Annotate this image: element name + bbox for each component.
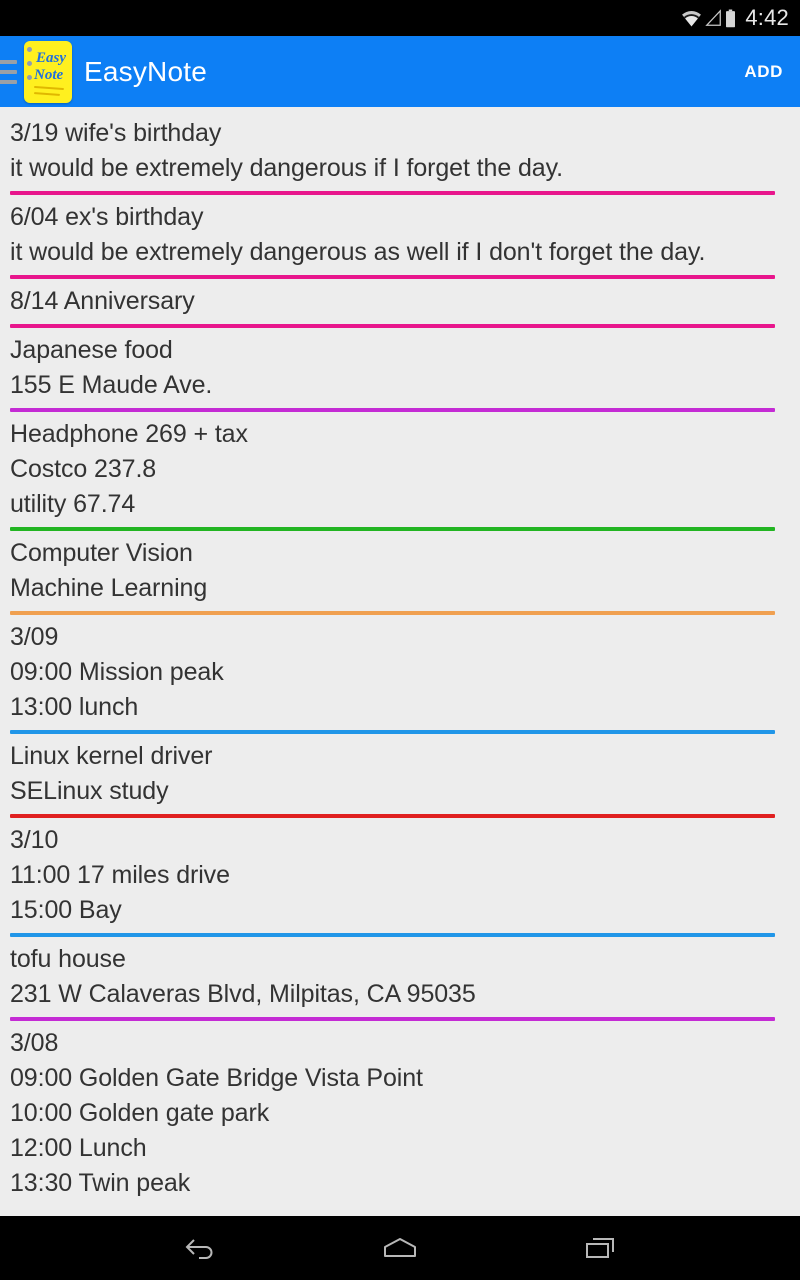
battery-icon bbox=[726, 9, 736, 27]
note-item-text: 6/04 ex's birthday it would be extremely … bbox=[0, 195, 800, 275]
note-line: 8/14 Anniversary bbox=[10, 287, 195, 315]
app-icon-word-note: Note bbox=[34, 66, 64, 83]
note-line: Japanese food bbox=[10, 336, 173, 364]
add-button[interactable]: ADD bbox=[744, 62, 783, 82]
note-line: 15:00 Bay bbox=[10, 896, 122, 924]
note-item-text: 3/19 wife's birthday it would be extremel… bbox=[0, 111, 800, 191]
home-icon bbox=[384, 1238, 416, 1257]
back-arrow-icon bbox=[185, 1239, 213, 1259]
note-line: Linux kernel driver bbox=[10, 742, 213, 770]
note-item[interactable]: tofu house 231 W Calaveras Blvd, Milpitas… bbox=[0, 937, 800, 1021]
note-item-text: 8/14 Anniversary bbox=[0, 279, 800, 324]
status-bar-clock: 4:42 bbox=[745, 5, 789, 30]
note-item[interactable]: 6/04 ex's birthday it would be extremely … bbox=[0, 195, 800, 279]
back-button[interactable] bbox=[172, 1226, 228, 1270]
note-line: tofu house bbox=[10, 945, 126, 973]
app-icon-word-easy: Easy bbox=[36, 49, 66, 66]
note-line: 11:00 17 miles drive bbox=[10, 861, 230, 889]
note-line: it would be extremely dangerous as well … bbox=[10, 238, 706, 266]
recents-button[interactable] bbox=[572, 1226, 628, 1270]
note-item[interactable]: Japanese food 155 E Maude Ave. bbox=[0, 328, 800, 412]
note-item[interactable]: 3/08 09:00 Golden Gate Bridge Vista Point… bbox=[0, 1021, 800, 1206]
note-line: 231 W Calaveras Blvd, Milpitas, CA 95035 bbox=[10, 980, 476, 1008]
note-item-text: tofu house 231 W Calaveras Blvd, Milpitas… bbox=[0, 937, 800, 1017]
note-line: 3/08 bbox=[10, 1029, 59, 1057]
navigation-bar bbox=[0, 1216, 800, 1280]
hamburger-menu-icon[interactable] bbox=[0, 59, 17, 84]
note-line: it would be extremely dangerous if I for… bbox=[10, 154, 563, 182]
note-line: Machine Learning bbox=[10, 574, 208, 602]
note-item[interactable]: Headphone 269 + tax Costco 237.8 utility 6… bbox=[0, 412, 800, 531]
action-bar: Easy Note EasyNote ADD bbox=[0, 36, 800, 107]
note-item[interactable]: Linux kernel driver SELinux study bbox=[0, 734, 800, 818]
note-item-text: Japanese food 155 E Maude Ave. bbox=[0, 328, 800, 408]
note-list[interactable]: 3/19 wife's birthday it would be extremel… bbox=[0, 107, 800, 1216]
home-button[interactable] bbox=[372, 1226, 428, 1270]
note-item-text: Linux kernel driver SELinux study bbox=[0, 734, 800, 814]
app-icon-scribble-1 bbox=[33, 85, 65, 90]
note-item[interactable]: 8/14 Anniversary bbox=[0, 279, 800, 328]
signal-icon bbox=[705, 9, 722, 26]
easynote-app-icon: Easy Note bbox=[24, 40, 72, 103]
note-item-text: 3/09 09:00 Mission peak 13:00 lunch bbox=[0, 615, 800, 730]
note-line: 3/19 wife's birthday bbox=[10, 119, 222, 147]
note-line: 13:30 Twin peak bbox=[10, 1169, 191, 1197]
note-line: 12:00 Lunch bbox=[10, 1134, 147, 1162]
note-item-text: 3/10 11:00 17 miles drive 15:00 Bay bbox=[0, 818, 800, 933]
status-bar: 4:42 bbox=[0, 0, 800, 36]
note-line: 3/09 bbox=[10, 623, 59, 651]
note-item[interactable]: 3/09 09:00 Mission peak 13:00 lunch bbox=[0, 615, 800, 734]
note-line: 13:00 lunch bbox=[10, 693, 139, 721]
note-line: 155 E Maude Ave. bbox=[10, 371, 213, 399]
note-item[interactable]: Computer Vision Machine Learning bbox=[0, 531, 800, 615]
note-line: Computer Vision bbox=[10, 539, 193, 567]
note-line: utility 67.74 bbox=[10, 490, 136, 518]
wifi-icon bbox=[682, 11, 702, 27]
note-line: 3/10 bbox=[10, 826, 59, 854]
note-line: Costco 237.8 bbox=[10, 455, 157, 483]
note-item[interactable]: 3/10 11:00 17 miles drive 15:00 Bay bbox=[0, 818, 800, 937]
note-line: 6/04 ex's birthday bbox=[10, 203, 204, 231]
note-line: SELinux study bbox=[10, 777, 169, 805]
app-title: EasyNote bbox=[84, 55, 207, 87]
note-line: Headphone 269 + tax bbox=[10, 420, 248, 448]
note-line: 10:00 Golden gate park bbox=[10, 1099, 270, 1127]
note-item-text: Computer Vision Machine Learning bbox=[0, 531, 800, 611]
status-icons bbox=[681, 9, 736, 28]
note-item-text: 3/08 09:00 Golden Gate Bridge Vista Point… bbox=[0, 1021, 800, 1206]
note-item-text: Headphone 269 + tax Costco 237.8 utility 6… bbox=[0, 412, 800, 527]
note-line: 09:00 Mission peak bbox=[10, 658, 224, 686]
note-line: 09:00 Golden Gate Bridge Vista Point bbox=[10, 1064, 423, 1092]
android-screen: 4:42 Easy Note EasyNote ADD 3/19 wife's … bbox=[0, 0, 800, 1280]
app-icon-scribble-2 bbox=[33, 91, 61, 95]
note-rings bbox=[27, 46, 32, 80]
note-item[interactable]: 3/19 wife's birthday it would be extremel… bbox=[0, 111, 800, 195]
recent-apps-icon bbox=[586, 1238, 614, 1258]
